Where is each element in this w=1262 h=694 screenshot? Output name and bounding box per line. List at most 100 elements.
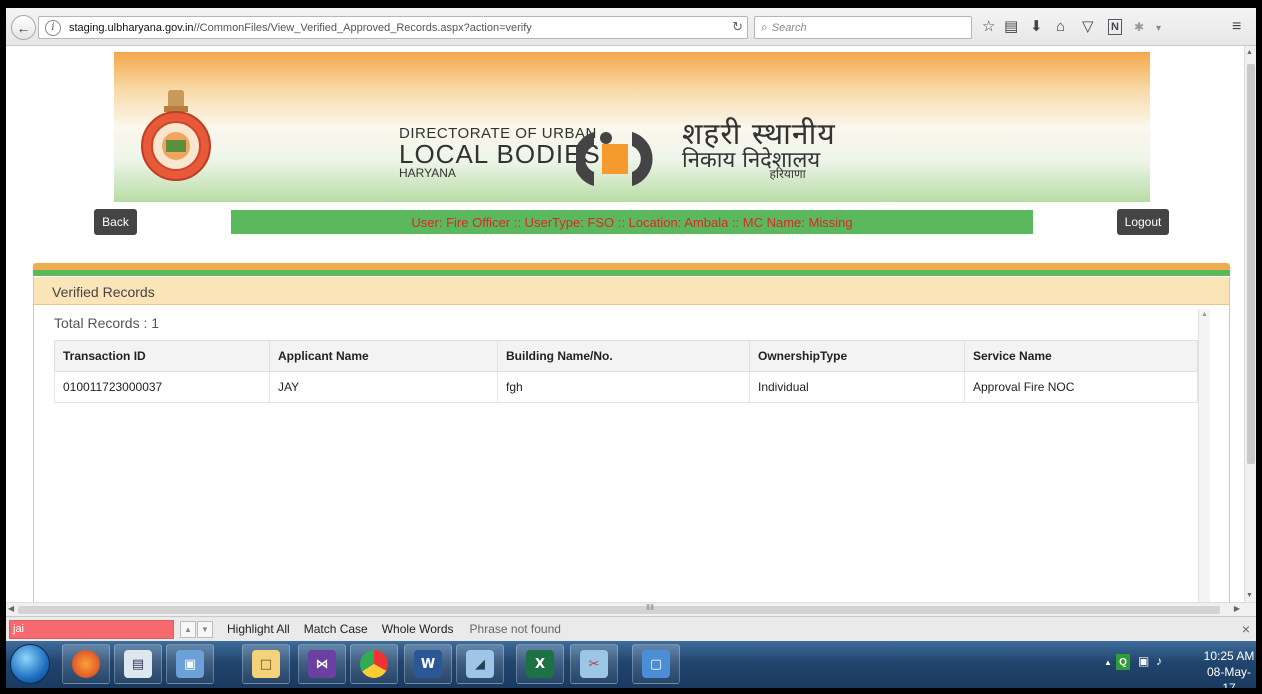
header-banner: DIRECTORATE OF URBAN LOCAL BODIES HARYAN… xyxy=(114,52,1150,202)
scroll-grip-icon: ⅡⅡ xyxy=(646,603,654,612)
header-building-name[interactable]: Building Name/No. xyxy=(497,340,750,372)
search-icon: ⌕ xyxy=(761,20,768,34)
taskbar-visual-studio[interactable]: ⋈ xyxy=(298,644,346,684)
taskbar-excel[interactable]: X xyxy=(516,644,564,684)
word-icon: W xyxy=(414,650,442,678)
excel-icon: X xyxy=(526,650,554,678)
menu-icon[interactable]: ≡ xyxy=(1232,18,1241,36)
extension-icon[interactable]: ✱ xyxy=(1134,18,1144,36)
clock-date: 08-May-17 xyxy=(1206,665,1251,688)
haryana-emblem-icon xyxy=(141,90,211,181)
cell-building-name: fgh xyxy=(497,371,750,403)
horizontal-scroll-thumb[interactable] xyxy=(18,606,1220,614)
logout-button[interactable]: Logout xyxy=(1117,209,1169,235)
header-ownership-type[interactable]: OwnershipType xyxy=(749,340,965,372)
taskbar-firefox[interactable] xyxy=(62,644,110,684)
arrow-left-icon: ← xyxy=(16,19,31,36)
search-bar[interactable]: ⌕ Search xyxy=(754,16,972,39)
taskbar-word[interactable]: W xyxy=(404,644,452,684)
hindi-title: शहरी स्थानीय निकाय निदेशालय हरियाणा xyxy=(682,117,836,181)
firefox-icon xyxy=(72,650,100,678)
panel-stripe-orange xyxy=(33,263,1230,270)
table-header-row: Transaction ID Applicant Name Building N… xyxy=(54,340,1198,372)
header-transaction-id[interactable]: Transaction ID xyxy=(54,340,270,372)
directorate-title: DIRECTORATE OF URBAN LOCAL BODIES HARYAN… xyxy=(399,126,601,179)
directorate-title-line2: LOCAL BODIES xyxy=(399,139,601,169)
download-icon[interactable]: ⬇ xyxy=(1030,18,1043,36)
header-applicant-name[interactable]: Applicant Name xyxy=(269,340,498,372)
system-clock[interactable]: 10:25 AM 08-May-17 xyxy=(1202,648,1256,688)
document-app-icon: ▤ xyxy=(124,650,152,678)
taskbar-app-10[interactable]: ✂ xyxy=(570,644,618,684)
taskbar-chrome[interactable] xyxy=(350,644,398,684)
whole-words-toggle[interactable]: Whole Words xyxy=(382,622,454,636)
network-icon[interactable]: ▣ xyxy=(1138,654,1149,668)
volume-icon[interactable]: ♪ xyxy=(1156,654,1162,668)
header-service-name[interactable]: Service Name xyxy=(964,340,1198,372)
url-path: //CommonFiles/View_Verified_Approved_Rec… xyxy=(193,21,532,34)
back-button[interactable]: Back xyxy=(94,209,137,235)
reload-icon[interactable]: ↻ xyxy=(732,19,743,35)
folder-icon: □ xyxy=(252,650,280,678)
find-status: Phrase not found xyxy=(469,622,561,636)
page-horizontal-scrollbar[interactable]: ◀ ⅡⅡ ▶ xyxy=(6,602,1256,616)
onenote-icon[interactable]: N xyxy=(1108,19,1122,35)
url-bar[interactable]: i staging.ulbharyana.gov.in//CommonFiles… xyxy=(38,16,748,39)
scroll-up-icon[interactable]: ▲ xyxy=(1246,49,1253,56)
scroll-up-icon[interactable]: ▲ xyxy=(1201,311,1208,318)
browser-back-button[interactable]: ← xyxy=(11,15,36,40)
tray-app-icon[interactable]: Q xyxy=(1116,654,1130,670)
user-info-bar: User: Fire Officer :: UserType: FSO :: L… xyxy=(231,210,1033,234)
find-previous-button[interactable]: ▲ xyxy=(180,620,196,638)
match-case-toggle[interactable]: Match Case xyxy=(304,622,368,636)
reading-list-icon[interactable]: ▤ xyxy=(1004,18,1018,36)
start-button[interactable] xyxy=(10,644,50,684)
page-vertical-scrollbar[interactable]: ▲ ▼ xyxy=(1244,46,1256,602)
bookmark-star-icon[interactable]: ☆ xyxy=(982,18,995,36)
info-icon[interactable]: i xyxy=(45,19,61,36)
scroll-down-icon[interactable]: ▼ xyxy=(1246,592,1253,599)
panel-title: Verified Records xyxy=(52,284,155,300)
browser-toolbar: ← i staging.ulbharyana.gov.in//CommonFil… xyxy=(6,8,1256,46)
hindi-title-line2: निकाय निदेशालय xyxy=(682,148,821,173)
taskbar-app-11[interactable]: ▢ xyxy=(632,644,680,684)
panel-scrollbar[interactable]: ▲ xyxy=(1198,309,1210,602)
vertical-scroll-thumb[interactable] xyxy=(1247,64,1255,464)
records-table: Transaction ID Applicant Name Building N… xyxy=(54,340,1198,403)
highlight-all-toggle[interactable]: Highlight All xyxy=(227,622,290,636)
verified-records-panel: Verified Records Total Records : 1 Trans… xyxy=(33,277,1230,602)
taskbar-app-3[interactable]: ▣ xyxy=(166,644,214,684)
close-icon[interactable]: × xyxy=(1242,621,1250,637)
remote-desktop-icon: ▢ xyxy=(642,650,670,678)
visual-studio-icon: ⋈ xyxy=(308,650,336,678)
snipping-tool-icon: ✂ xyxy=(580,650,608,678)
panel-header: Verified Records xyxy=(34,277,1229,305)
scroll-left-icon[interactable]: ◀ xyxy=(8,604,14,613)
pocket-icon[interactable]: ▽ xyxy=(1082,18,1094,36)
table-row[interactable]: 010011723000037 JAY fgh Individual Appro… xyxy=(54,371,1198,403)
taskbar-app-8[interactable]: ◢ xyxy=(456,644,504,684)
extension-dropdown-icon[interactable]: ▾ xyxy=(1156,20,1161,38)
find-bar: jai ▲ ▼ Highlight All Match Case Whole W… xyxy=(6,616,1256,641)
clock-time: 10:25 AM xyxy=(1203,649,1255,663)
cell-service-name: Approval Fire NOC xyxy=(964,371,1198,403)
ulb-logo-icon xyxy=(576,132,653,186)
screen: ← i staging.ulbharyana.gov.in//CommonFil… xyxy=(6,8,1256,688)
cell-applicant-name: JAY xyxy=(269,371,498,403)
chrome-icon xyxy=(360,650,388,678)
home-icon[interactable]: ⌂ xyxy=(1056,18,1065,36)
chevron-down-icon: ▼ xyxy=(201,624,209,634)
tray-expand-icon[interactable]: ▲ xyxy=(1104,658,1112,667)
url-text: staging.ulbharyana.gov.in//CommonFiles/V… xyxy=(69,22,532,34)
notebook-app-icon: ◢ xyxy=(466,650,494,678)
find-input[interactable]: jai xyxy=(9,619,174,639)
page-content: DIRECTORATE OF URBAN LOCAL BODIES HARYAN… xyxy=(6,46,1244,602)
taskbar-explorer[interactable]: □ xyxy=(242,644,290,684)
taskbar-app-2[interactable]: ▤ xyxy=(114,644,162,684)
scroll-right-icon[interactable]: ▶ xyxy=(1234,604,1240,613)
windows-taskbar: ▤ ▣ □ ⋈ W ◢ X ✂ ▢ ▲ Q ▣ ♪ 10:25 AM 08-Ma… xyxy=(6,641,1256,688)
hindi-title-line1: शहरी स्थानीय xyxy=(682,117,836,152)
find-next-button[interactable]: ▼ xyxy=(197,620,213,638)
cell-ownership-type: Individual xyxy=(749,371,965,403)
search-placeholder: Search xyxy=(771,21,807,34)
